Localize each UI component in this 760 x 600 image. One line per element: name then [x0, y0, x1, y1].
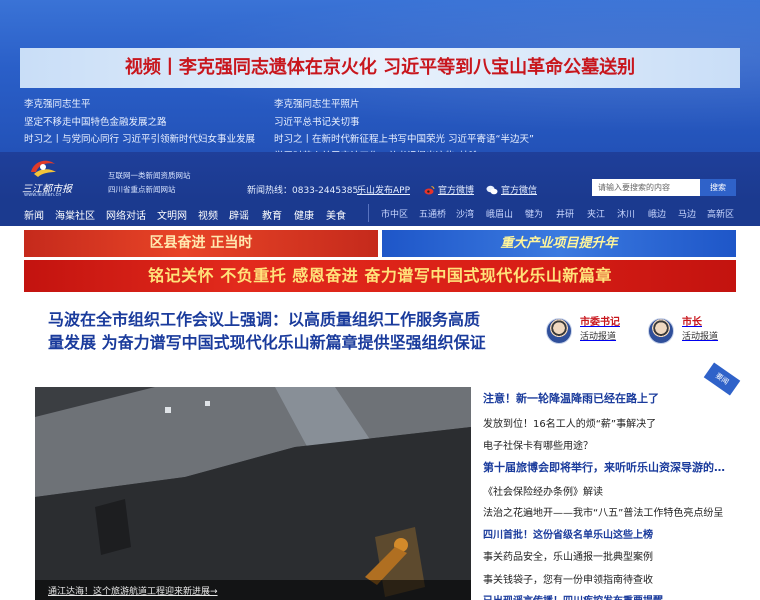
county-link[interactable]: 五通桥: [419, 207, 446, 220]
nav-divider: [368, 204, 369, 222]
news-item[interactable]: 四川首批！这份省级名单乐山这些上榜: [483, 526, 736, 541]
wechat-icon: [486, 185, 498, 194]
county-link[interactable]: 沐川: [617, 207, 635, 220]
nav-item-rumor[interactable]: 辟谣: [229, 207, 249, 222]
headline-strip: 视频丨李克强同志遗体在京火化 习近平等到八宝山革命公墓送别: [20, 48, 740, 88]
news-item[interactable]: 发放到位！16名工人的烦“薪”事解决了: [483, 415, 736, 430]
construction-photo: [35, 387, 471, 600]
nav-item-community[interactable]: 海棠社区: [55, 207, 95, 222]
sub-link[interactable]: 坚定不移走中国特色金融发展之路: [24, 114, 167, 128]
nav-item-civilization[interactable]: 文明网: [157, 207, 187, 222]
weibo-icon: [424, 185, 435, 194]
leader-title: 市长: [682, 317, 702, 328]
county-link[interactable]: 高新区: [707, 207, 734, 220]
site-logo[interactable]: 三江都市报 www.leshan.cn: [22, 156, 98, 198]
sub-link[interactable]: 李克强同志生平: [24, 96, 91, 110]
leader-subtitle: 活动报道: [682, 332, 719, 342]
search-input[interactable]: [592, 179, 700, 196]
wechat-label: 官方微信: [501, 186, 538, 196]
news-item[interactable]: 电子社保卡有哪些用途？: [483, 437, 736, 452]
nav-item-dialogue[interactable]: 网络对话: [106, 207, 146, 222]
banner-left-text: 区县奋进 正当时: [149, 235, 253, 251]
county-link[interactable]: 峨眉山: [486, 207, 513, 220]
news-item[interactable]: 第十届旅博会即将举行，来听听乐山资深导游的…: [483, 459, 736, 475]
leader-title: 市委书记: [580, 317, 620, 328]
search-button[interactable]: 搜索: [700, 179, 736, 196]
county-link[interactable]: 夹江: [587, 207, 605, 220]
banner-wide-slogan[interactable]: 铭记关怀 不负重托 感恩奋进 奋力谱写中国式现代化乐山新篇章: [24, 260, 736, 292]
weibo-label: 官方微博: [438, 186, 475, 196]
leader-subtitle: 活动报道: [580, 332, 617, 342]
leader-party-secretary[interactable]: 市委书记 活动报道: [546, 316, 620, 344]
photo-caption[interactable]: 通江达海！这个旅游航道工程迎来新进展→: [48, 584, 218, 597]
app-link[interactable]: 乐山发布APP: [357, 183, 410, 196]
county-link[interactable]: 马边: [678, 207, 696, 220]
nav-item-video[interactable]: 视频: [198, 207, 218, 222]
news-item[interactable]: 已出现谣言传播！四川疾控发布重要提醒: [483, 592, 736, 600]
top-headline-link[interactable]: 视频丨李克强同志遗体在京火化 习近平等到八宝山革命公墓送别: [20, 48, 740, 88]
banner-wide-text: 铭记关怀 不负重托 感恩奋进 奋力谱写中国式现代化乐山新篇章: [148, 266, 612, 285]
banner-right-text: 重大产业项目提升年: [500, 236, 618, 251]
sub-link[interactable]: 时习之丨在新时代新征程上书写中国荣光 习近平寄语“半边天”: [274, 131, 534, 145]
news-item[interactable]: 事关钱袋子，您有一份申领指南待查收: [483, 571, 736, 586]
news-item[interactable]: 《社会保险经办条例》解读: [483, 483, 736, 498]
app-label: 乐山发布APP: [357, 186, 411, 196]
feature-photo[interactable]: [35, 387, 471, 600]
weibo-link[interactable]: 官方微博: [424, 183, 474, 196]
site-description: 互联网一类新闻资质网站: [108, 171, 191, 180]
avatar: [648, 318, 674, 344]
banner-county-progress[interactable]: 区县奋进 正当时: [24, 230, 378, 257]
logo-emblem-icon: [31, 160, 56, 177]
county-link[interactable]: 沙湾: [456, 207, 474, 220]
county-link[interactable]: 井研: [556, 207, 574, 220]
news-item[interactable]: 事关药品安全，乐山通报一批典型案例: [483, 548, 736, 563]
nav-item-education[interactable]: 教育: [262, 207, 282, 222]
county-link[interactable]: 市中区: [381, 207, 408, 220]
leader-mayor[interactable]: 市长 活动报道: [648, 316, 718, 344]
logo-url: www.leshan.cn: [24, 192, 62, 198]
nav-item-food[interactable]: 美食: [326, 207, 346, 222]
sub-link[interactable]: 李克强同志生平照片: [274, 96, 360, 110]
banner-industry-projects[interactable]: 重大产业项目提升年: [382, 230, 736, 257]
news-item[interactable]: 注意！新一轮降温降雨已经在路上了: [483, 390, 736, 406]
sub-link[interactable]: 习近平总书记关切事: [274, 114, 360, 128]
main-headline[interactable]: 马波在全市组织工作会议上强调：以高质量组织工作服务高质量发展 为奋力谱写中国式现…: [48, 308, 488, 354]
nav-item-news[interactable]: 新闻: [24, 207, 44, 222]
county-link[interactable]: 峨边: [648, 207, 666, 220]
nav-item-health[interactable]: 健康: [294, 207, 314, 222]
news-hotline: 新闻热线：0833-2445385: [247, 186, 359, 196]
avatar: [546, 318, 572, 344]
site-description: 四川省重点新闻网站: [108, 185, 176, 194]
county-link[interactable]: 犍为: [525, 207, 543, 220]
news-item[interactable]: 法治之花遍地开——我市“八五”普法工作特色亮点纷呈: [483, 504, 736, 519]
wechat-link[interactable]: 官方微信: [486, 183, 537, 196]
sub-link[interactable]: 时习之丨与党同心同行 习近平引领新时代妇女事业发展: [24, 131, 255, 145]
